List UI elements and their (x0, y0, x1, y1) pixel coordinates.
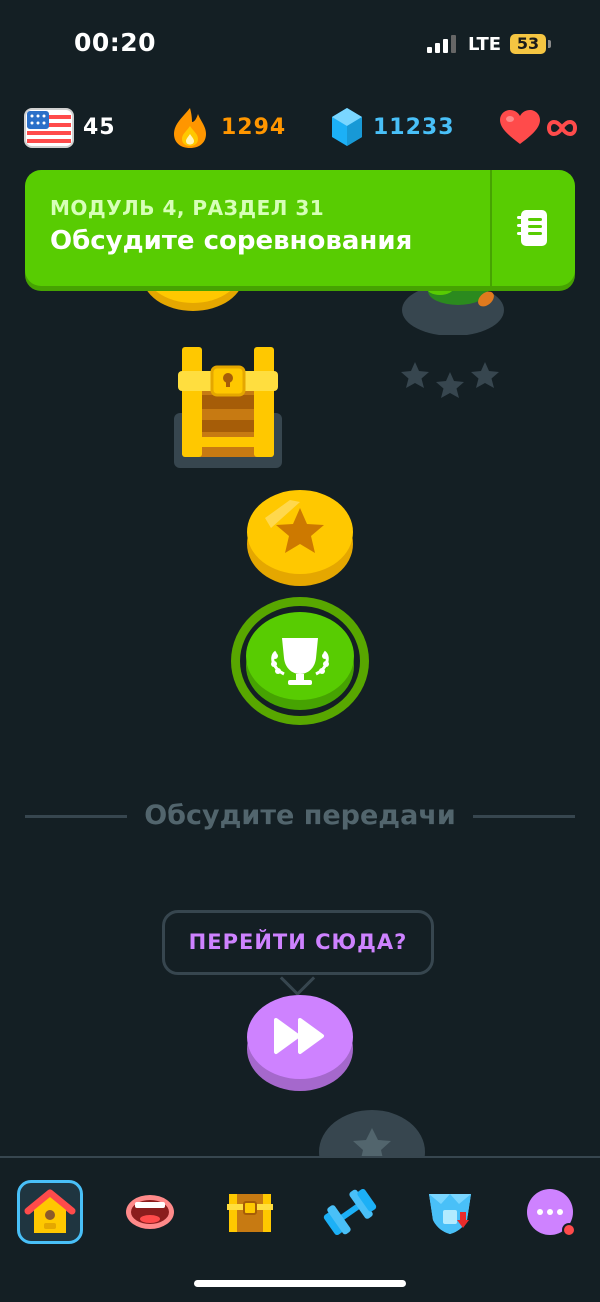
lesson-node-star[interactable] (245, 488, 355, 588)
course-level: 45 (83, 115, 116, 140)
fast-forward-icon (247, 995, 353, 1091)
nav-practice[interactable] (317, 1180, 383, 1244)
gems-count: 11233 (373, 115, 455, 140)
home-indicator (194, 1280, 406, 1287)
signal-icon (427, 35, 459, 53)
status-time: 00:20 (74, 28, 157, 57)
gems-counter[interactable]: 11233 (330, 106, 454, 150)
unit-banner-title: Обсудите соревнования (50, 226, 413, 256)
infinity-icon (547, 119, 577, 137)
treasure-chest-icon (227, 1194, 273, 1232)
us-flag-icon (24, 108, 74, 148)
speaking-mouth-icon (126, 1195, 174, 1229)
guidebook-button[interactable] (500, 198, 566, 258)
banner-divider (490, 170, 492, 286)
network-type: LTE (468, 34, 502, 55)
character-stars (399, 360, 501, 402)
battery-icon (548, 40, 551, 48)
nav-leaderboard[interactable] (417, 1180, 483, 1244)
jump-ahead-button[interactable] (246, 992, 354, 1092)
unit-banner-subtitle: МОДУЛЬ 4, РАЗДЕЛ 31 (50, 196, 325, 220)
home-icon (24, 1189, 76, 1233)
jump-here-tooltip[interactable]: ПЕРЕЙТИ СЮДА? (162, 910, 434, 975)
notebook-icon (517, 210, 547, 246)
flame-icon (174, 108, 206, 148)
section-divider-right (473, 815, 575, 818)
unit-review-trophy-node[interactable] (230, 596, 370, 726)
locked-lesson-node[interactable] (318, 1108, 426, 1194)
treasure-chest-node[interactable] (172, 345, 284, 470)
streak-counter[interactable]: 1294 (172, 106, 285, 150)
star-icon (247, 490, 353, 586)
nav-chest[interactable] (217, 1180, 283, 1244)
heart-icon (500, 110, 540, 144)
more-icon (527, 1189, 576, 1237)
battery-level: 53 (510, 34, 546, 54)
course-selector[interactable]: 45 (24, 108, 120, 148)
star-icon (319, 1110, 425, 1194)
nav-home[interactable] (17, 1180, 83, 1244)
nav-speaking[interactable] (117, 1180, 183, 1244)
star-icon (401, 362, 499, 398)
hearts-counter[interactable] (498, 108, 580, 148)
nav-more[interactable] (517, 1180, 583, 1244)
dumbbell-icon (323, 1189, 377, 1235)
trophy-icon (231, 597, 369, 725)
treasure-chest-icon (174, 347, 282, 468)
gem-icon (332, 108, 362, 146)
streak-count: 1294 (221, 115, 287, 140)
shield-league-icon (429, 1194, 471, 1234)
